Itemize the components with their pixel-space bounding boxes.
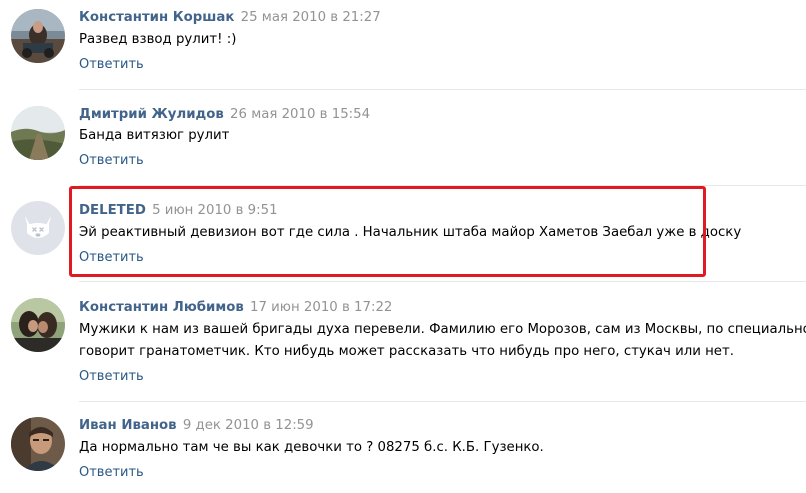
reply-link[interactable]: Ответить: [79, 465, 144, 481]
avatar[interactable]: [11, 201, 65, 255]
highlight-frame: [69, 186, 706, 277]
comment-text-line: говорит гранатометчик. Кто нибудь может …: [79, 344, 734, 359]
comment-date[interactable]: 17 июн 2010 в 17:22: [250, 300, 392, 315]
avatar[interactable]: [11, 106, 65, 160]
comment-header: Дмитрий Жулидов 26 мая 2010 в 15:54: [79, 107, 370, 123]
reply-link[interactable]: Ответить: [79, 57, 144, 73]
photo-avatar-icon: [11, 9, 65, 63]
comment-text-line: Да нормально там че вы как девочки то ? …: [79, 440, 544, 455]
comment-text-line: Развед взвод рулит! :): [79, 32, 237, 47]
landscape-photo-avatar-icon: [11, 106, 65, 160]
comment-text: Да нормально там че вы как девочки то ? …: [79, 437, 544, 459]
avatar[interactable]: [11, 9, 65, 63]
comment-divider: [79, 281, 806, 282]
comment-date[interactable]: 26 мая 2010 в 15:54: [230, 107, 370, 122]
comment-header: Константин Любимов 17 июн 2010 в 17:22: [79, 300, 392, 316]
avatar[interactable]: [11, 298, 65, 352]
author-link[interactable]: Дмитрий Жулидов: [79, 107, 224, 122]
portrait-photo-avatar-icon: [11, 417, 65, 471]
comment-text: Развед взвод рулит! :): [79, 29, 236, 51]
couple-photo-avatar-icon: [11, 298, 65, 352]
avatar[interactable]: [11, 417, 65, 471]
deleted-user-dog-avatar-icon: [11, 201, 65, 255]
reply-link[interactable]: Ответить: [79, 369, 144, 385]
reply-link[interactable]: Ответить: [79, 153, 144, 169]
comment-text-line: Банда витязюг рулит: [79, 128, 230, 143]
comment-date[interactable]: 25 мая 2010 в 21:27: [241, 10, 381, 25]
comment-divider: [79, 89, 806, 90]
comment-text: Банда витязюг рулит: [79, 125, 229, 147]
author-link[interactable]: Константин Любимов: [79, 300, 244, 315]
comment-text-line: Мужики к нам из вашей бригады духа перев…: [79, 322, 806, 337]
author-link[interactable]: Иван Иванов: [79, 418, 177, 433]
author-link[interactable]: Константин Коршак: [79, 10, 234, 25]
comment-header: Иван Иванов 9 дек 2010 в 12:59: [79, 418, 314, 434]
comment-text: Мужики к нам из вашей бригады духа перев…: [79, 319, 806, 363]
comment-divider: [79, 401, 806, 402]
comment-header: Константин Коршак 25 мая 2010 в 21:27: [79, 10, 381, 26]
comment-date[interactable]: 9 дек 2010 в 12:59: [183, 418, 314, 433]
